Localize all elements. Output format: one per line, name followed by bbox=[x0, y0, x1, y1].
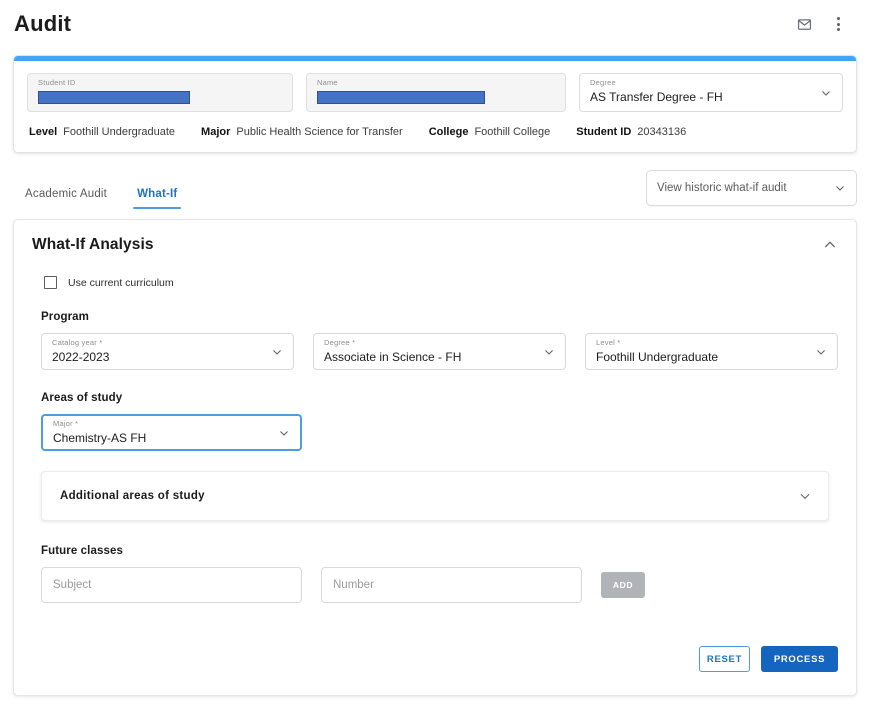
chevron-down-icon bbox=[543, 346, 555, 358]
chevron-down-icon bbox=[834, 182, 846, 194]
program-section-title: Program bbox=[41, 311, 838, 323]
header-actions bbox=[794, 14, 848, 34]
reset-button[interactable]: RESET bbox=[699, 646, 750, 672]
tab-academic-audit[interactable]: Academic Audit bbox=[21, 188, 111, 209]
audit-page: Audit Student ID Name bbox=[0, 0, 870, 719]
mail-envelope-icon[interactable] bbox=[794, 14, 814, 34]
page-title: Audit bbox=[14, 11, 71, 37]
number-placeholder: Number bbox=[333, 579, 374, 591]
student-id-redaction bbox=[38, 91, 190, 104]
student-name-field[interactable]: Name bbox=[306, 73, 566, 112]
subject-input[interactable]: Subject bbox=[41, 567, 302, 603]
add-button[interactable]: ADD bbox=[601, 572, 645, 598]
areas-of-study-section-title: Areas of study bbox=[41, 392, 838, 404]
student-id-label: Student ID bbox=[38, 78, 282, 88]
program-degree-select[interactable]: Degree * Associate in Science - FH bbox=[313, 333, 566, 370]
panel-title: What-If Analysis bbox=[32, 236, 154, 254]
student-id-field[interactable]: Student ID bbox=[27, 73, 293, 112]
historic-what-if-select[interactable]: View historic what-if audit bbox=[646, 170, 857, 206]
chevron-down-icon bbox=[798, 489, 812, 503]
student-name-redaction bbox=[317, 91, 485, 104]
meta-item-student-id: Student ID 20343136 bbox=[576, 126, 686, 138]
areas-of-study-row: Major * Chemistry-AS FH bbox=[32, 414, 838, 451]
meta-item-major: Major Public Health Science for Transfer bbox=[201, 126, 403, 138]
future-classes-section-title: Future classes bbox=[41, 545, 838, 557]
future-classes-row: Subject Number ADD bbox=[32, 567, 838, 603]
panel-footer-buttons: RESET PROCESS bbox=[699, 646, 838, 672]
catalog-year-select[interactable]: Catalog year * 2022-2023 bbox=[41, 333, 294, 370]
meta-item-college: College Foothill College bbox=[429, 126, 551, 138]
number-input[interactable]: Number bbox=[321, 567, 582, 603]
program-degree-label: Degree * bbox=[324, 338, 539, 348]
chevron-down-icon bbox=[271, 346, 283, 358]
catalog-year-label: Catalog year * bbox=[52, 338, 267, 348]
use-current-curriculum-checkbox[interactable] bbox=[44, 276, 57, 289]
degree-select[interactable]: Degree AS Transfer Degree - FH bbox=[579, 73, 843, 112]
process-button[interactable]: PROCESS bbox=[761, 646, 838, 672]
historic-select-value: View historic what-if audit bbox=[657, 182, 787, 194]
meta-key: Student ID bbox=[576, 126, 631, 138]
student-name-label: Name bbox=[317, 78, 555, 88]
major-value: Chemistry-AS FH bbox=[53, 429, 274, 447]
meta-key: Major bbox=[201, 126, 230, 138]
student-fields-row: Student ID Name Degree AS Transfer Degre… bbox=[27, 73, 843, 112]
major-label: Major * bbox=[53, 419, 274, 429]
student-meta-row: Level Foothill Undergraduate Major Publi… bbox=[27, 112, 843, 140]
meta-value: Public Health Science for Transfer bbox=[236, 126, 402, 138]
subject-placeholder: Subject bbox=[53, 579, 91, 591]
program-level-value: Foothill Undergraduate bbox=[596, 348, 811, 366]
panel-header: What-If Analysis bbox=[32, 236, 838, 254]
additional-areas-of-study-accordion[interactable]: Additional areas of study bbox=[41, 471, 829, 521]
chevron-up-icon[interactable] bbox=[822, 237, 838, 253]
meta-key: Level bbox=[29, 126, 57, 138]
major-select[interactable]: Major * Chemistry-AS FH bbox=[41, 414, 302, 451]
degree-value: AS Transfer Degree - FH bbox=[590, 88, 832, 106]
meta-value: Foothill Undergraduate bbox=[63, 126, 175, 138]
program-level-select[interactable]: Level * Foothill Undergraduate bbox=[585, 333, 838, 370]
meta-item-level: Level Foothill Undergraduate bbox=[29, 126, 175, 138]
meta-value: Foothill College bbox=[474, 126, 550, 138]
catalog-year-value: 2022-2023 bbox=[52, 348, 267, 366]
program-degree-value: Associate in Science - FH bbox=[324, 348, 539, 366]
use-current-curriculum-row: Use current curriculum bbox=[44, 276, 838, 289]
what-if-analysis-panel: What-If Analysis Use current curriculum … bbox=[13, 219, 857, 696]
kebab-menu-icon[interactable] bbox=[828, 14, 848, 34]
chevron-down-icon bbox=[815, 346, 827, 358]
chevron-down-icon bbox=[278, 427, 290, 439]
program-level-label: Level * bbox=[596, 338, 811, 348]
meta-key: College bbox=[429, 126, 469, 138]
tab-what-if[interactable]: What-If bbox=[133, 188, 181, 209]
app-header: Audit bbox=[0, 0, 870, 48]
tab-bar: Academic Audit What-If View historic wha… bbox=[13, 167, 857, 209]
meta-value: 20343136 bbox=[637, 126, 686, 138]
program-fields-row: Catalog year * 2022-2023 Degree * Associ… bbox=[32, 333, 838, 370]
tab-list: Academic Audit What-If bbox=[13, 167, 181, 209]
additional-areas-title: Additional areas of study bbox=[60, 490, 205, 502]
student-info-card: Student ID Name Degree AS Transfer Degre… bbox=[13, 55, 857, 153]
degree-label: Degree bbox=[590, 78, 832, 88]
use-current-curriculum-label: Use current curriculum bbox=[68, 277, 174, 289]
